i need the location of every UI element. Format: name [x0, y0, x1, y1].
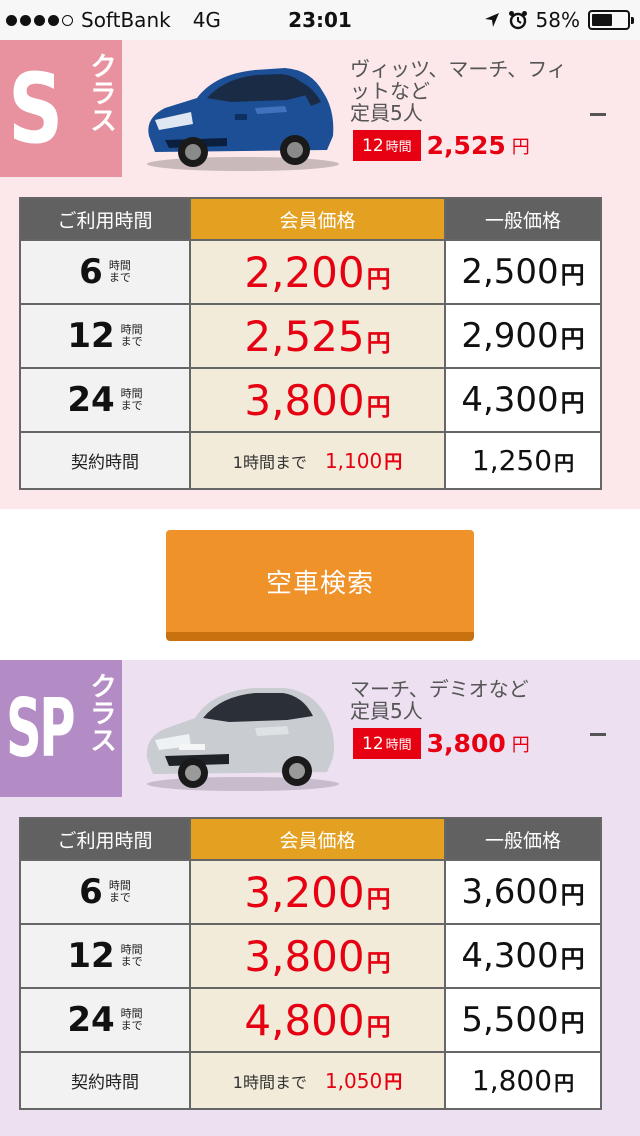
blue-compact-car-image	[147, 68, 339, 171]
header-member-price: 会員価格	[189, 817, 446, 861]
table-row: 24 時間 まで 4,800円 5,500円	[19, 987, 602, 1053]
sp-class-section: SP クラス マーチ、デミオなど 定員5人 12 時間 3,800 円 ご利用時間…	[0, 660, 640, 1136]
vacancy-search-button[interactable]: 空車検索	[166, 530, 474, 641]
table-row: 24 時間 まで 3,800円 4,300円	[19, 367, 602, 433]
class-letter: SP	[6, 681, 76, 775]
collapse-toggle-icon[interactable]	[590, 733, 606, 736]
table-row: 12 時間 まで 2,525円 2,900円	[19, 303, 602, 369]
class-badge: SP クラス	[0, 660, 122, 797]
contract-row: 契約時間 1時間まで 1,100 円 1,250 円	[19, 431, 602, 490]
s-class-section: S クラス ヴィッツ、マーチ、フィ ットなど 定員5人 12 時間 2,525 円…	[0, 40, 640, 509]
featured-price-value: 3,800	[426, 729, 506, 758]
hours-tag: 12 時間	[353, 130, 421, 161]
status-bar: SoftBank 4G 23:01 58%	[0, 0, 640, 40]
header-duration: ご利用時間	[19, 817, 191, 861]
alarm-clock-icon	[508, 11, 527, 30]
car-models-description: ヴィッツ、マーチ、フィ ットなど 定員5人	[350, 57, 567, 125]
search-area: 空車検索	[0, 509, 640, 660]
location-arrow-icon	[484, 13, 499, 27]
header-member-price: 会員価格	[189, 197, 446, 241]
battery-icon	[588, 10, 634, 30]
table-row: 6 時間 まで 2,200円 2,500円	[19, 239, 602, 305]
table-header-row: ご利用時間 会員価格 一般価格	[19, 817, 602, 861]
header-general-price: 一般価格	[444, 817, 602, 861]
class-kana: クラス	[85, 52, 116, 133]
price-table: ご利用時間 会員価格 一般価格 6 時間 まで 2,200円 2,500円 12 時間…	[19, 197, 602, 490]
class-letter: S	[8, 52, 64, 165]
contract-row: 契約時間 1時間まで 1,050 円 1,800 円	[19, 1051, 602, 1110]
price-table: ご利用時間 会員価格 一般価格 6 時間 まで 3,200円 3,600円 12 時間…	[19, 817, 602, 1110]
table-header-row: ご利用時間 会員価格 一般価格	[19, 197, 602, 241]
header-general-price: 一般価格	[444, 197, 602, 241]
featured-price-value: 2,525	[426, 131, 506, 160]
hours-tag: 12 時間	[353, 728, 421, 759]
collapse-toggle-icon[interactable]	[590, 113, 606, 116]
featured-price: 12 時間 3,800 円	[353, 728, 530, 759]
table-row: 12 時間 まで 3,800円 4,300円	[19, 923, 602, 989]
car-models-description: マーチ、デミオなど 定員5人	[350, 677, 529, 723]
table-row: 6 時間 まで 3,200円 3,600円	[19, 859, 602, 925]
featured-price: 12 時間 2,525 円	[353, 130, 530, 161]
class-kana: クラス	[85, 672, 116, 753]
header-duration: ご利用時間	[19, 197, 191, 241]
class-badge: S クラス	[0, 40, 122, 177]
silver-compact-car-image	[146, 688, 339, 791]
battery-percent: 58%	[535, 8, 580, 32]
